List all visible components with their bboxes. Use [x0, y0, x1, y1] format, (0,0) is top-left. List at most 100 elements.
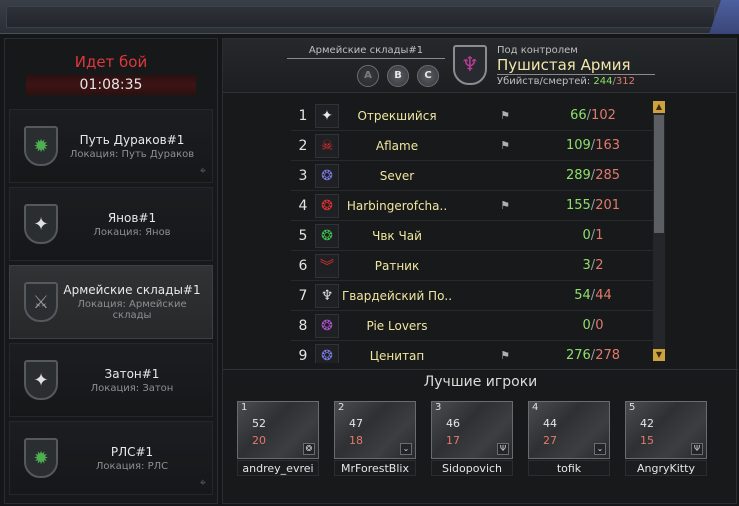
- player-portrait[interactable]: 2 47 18 ⌄: [334, 401, 416, 459]
- scroll-down-arrow-icon[interactable]: ▼: [653, 349, 665, 361]
- map-item-location: Локация: Путь Дураков: [69, 148, 195, 160]
- clan-kill-death: 109/163: [555, 138, 631, 153]
- clan-rank: 3: [298, 167, 308, 184]
- wings-emblem-icon: ♆: [453, 45, 487, 85]
- clan-kill-death: 289/285: [555, 168, 631, 183]
- kd-kills: 244: [593, 76, 613, 87]
- wreath-icon: ❂: [315, 223, 339, 248]
- point-a-button[interactable]: A: [357, 65, 379, 87]
- clan-name[interactable]: Отрекшийся: [339, 109, 455, 123]
- clan-name[interactable]: Чвк Чай: [339, 229, 455, 243]
- player-rank: 1: [241, 402, 248, 413]
- best-player[interactable]: 3 46 17 Ψ Sidopovich: [431, 401, 513, 476]
- skull-icon: ☠: [315, 133, 339, 158]
- clan-kill-death: 3/2: [555, 258, 631, 273]
- table-row[interactable]: 5 ❂ Чвк Чай 0/1: [291, 221, 653, 251]
- map-item-text: Путь Дураков#1 Локация: Путь Дураков: [58, 133, 212, 160]
- clan-kills: 289: [565, 168, 591, 183]
- top-bar-inner: [6, 6, 715, 28]
- best-player[interactable]: 5 42 15 Ψ AngryKitty: [625, 401, 707, 476]
- chevron-badge-icon: ⌄: [400, 443, 412, 455]
- clan-rank: 2: [298, 137, 308, 154]
- clan-rank: 9: [298, 347, 308, 364]
- clan-kill-death: 66/102: [555, 108, 631, 123]
- table-row[interactable]: 2 ☠ Aflame ⚑ 109/163: [291, 131, 653, 161]
- clan-table-scrollbar[interactable]: ▲ ▼: [653, 101, 665, 361]
- clan-name[interactable]: Aflame: [339, 139, 455, 153]
- best-players-title: Лучшие игроки: [223, 369, 738, 390]
- table-row[interactable]: 3 ❂ Sever 289/285: [291, 161, 653, 191]
- flag-icon[interactable]: ⚑: [455, 199, 555, 212]
- crosshair-icon: ⌖: [199, 476, 206, 489]
- clan-kills: 0: [582, 318, 591, 333]
- control-label: Под контролем: [497, 45, 578, 56]
- player-kills: 52: [252, 417, 266, 430]
- clan-rank: 6: [298, 257, 308, 274]
- trident-badge-icon: Ψ: [497, 443, 509, 455]
- clan-kill-death: 54/44: [555, 288, 631, 303]
- player-portrait[interactable]: 1 52 20 ❂: [237, 401, 319, 459]
- scroll-thumb[interactable]: [654, 115, 664, 233]
- flag-icon[interactable]: ⚑: [455, 109, 555, 122]
- map-item-text: Янов#1 Локация: Янов: [58, 211, 212, 238]
- player-portrait[interactable]: 4 44 27 ⌄: [528, 401, 610, 459]
- point-b-button[interactable]: B: [387, 65, 409, 87]
- map-item-name: Янов#1: [107, 210, 157, 225]
- chevron-badge-icon: ⌄: [594, 443, 606, 455]
- table-row[interactable]: 9 ❂ Ценитап ⚑ 276/278: [291, 341, 653, 363]
- clan-deaths: 278: [595, 348, 621, 363]
- best-player[interactable]: 4 44 27 ⌄ tofik: [528, 401, 610, 476]
- table-row[interactable]: 4 ❂ Harbingerofcha.. ⚑ 155/201: [291, 191, 653, 221]
- player-rank: 2: [338, 402, 345, 413]
- wreath-icon: ❂: [315, 193, 339, 218]
- flag-icon[interactable]: ⚑: [455, 139, 555, 152]
- control-info: Под контролем Пушистая Армия Убийств/сме…: [497, 45, 655, 87]
- player-portrait[interactable]: 3 46 17 Ψ: [431, 401, 513, 459]
- point-c-button[interactable]: C: [417, 65, 439, 87]
- flag-icon[interactable]: ⚑: [455, 349, 555, 362]
- map-item[interactable]: ✹ Путь Дураков#1 Локация: Путь Дураков ⌖: [9, 109, 213, 183]
- map-item[interactable]: ✹ РЛС#1 Локация: РЛС ⌖: [9, 421, 213, 495]
- clan-deaths: 1: [595, 228, 604, 243]
- table-row[interactable]: 7 ♆ Гвардейский По.. 54/44: [291, 281, 653, 311]
- player-deaths: 18: [349, 434, 363, 447]
- player-kills: 46: [446, 417, 460, 430]
- player-deaths: 20: [252, 434, 266, 447]
- player-portrait[interactable]: 5 42 15 Ψ: [625, 401, 707, 459]
- clan-name[interactable]: Ратник: [339, 259, 455, 273]
- table-row[interactable]: 1 ✦ Отрекшийся ⚑ 66/102: [291, 101, 653, 131]
- scroll-up-arrow-icon[interactable]: ▲: [653, 101, 665, 113]
- best-player[interactable]: 2 47 18 ⌄ MrForestBlix: [334, 401, 416, 476]
- clan-name[interactable]: Ценитап: [339, 349, 455, 363]
- clan-rank: 5: [298, 227, 308, 244]
- clan-kills: 66: [570, 108, 587, 123]
- wreath-icon: ❂: [315, 343, 339, 363]
- map-item-location: Локация: Янов: [93, 226, 171, 238]
- map-item[interactable]: ✦ Янов#1 Локация: Янов: [9, 187, 213, 261]
- player-kills: 47: [349, 417, 363, 430]
- clan-name[interactable]: Pie Lovers: [339, 319, 455, 333]
- clan-deaths: 163: [595, 138, 621, 153]
- player-name: AngryKitty: [625, 460, 707, 476]
- clan-name[interactable]: Гвардейский По..: [339, 289, 455, 303]
- clan-rank: 8: [298, 317, 308, 334]
- clan-name[interactable]: Harbingerofcha..: [339, 199, 455, 213]
- best-player[interactable]: 1 52 20 ❂ andrey_evrei: [237, 401, 319, 476]
- player-name: Sidopovich: [431, 460, 513, 476]
- player-name: tofik: [528, 460, 610, 476]
- table-row[interactable]: 6 ︾ Ратник 3/2: [291, 251, 653, 281]
- chevron-rank-icon: ︾: [315, 253, 339, 278]
- player-deaths: 17: [446, 434, 460, 447]
- battle-status-text: Идет бой: [74, 53, 148, 71]
- clan-deaths: 201: [595, 198, 621, 213]
- clan-kills: 109: [565, 138, 591, 153]
- map-item[interactable]: ✦ Затон#1 Локация: Затон: [9, 343, 213, 417]
- wreath-icon: ❂: [315, 313, 339, 338]
- map-item-name: Затон#1: [104, 366, 160, 381]
- clan-kills: 155: [565, 198, 591, 213]
- player-kills: 42: [640, 417, 654, 430]
- clan-name[interactable]: Sever: [339, 169, 455, 183]
- map-item[interactable]: ⚔ Армейские склады#1 Локация: Армейские ск…: [9, 265, 213, 339]
- table-row[interactable]: 8 ❂ Pie Lovers 0/0: [291, 311, 653, 341]
- map-item-location: Локация: РЛС: [95, 460, 169, 472]
